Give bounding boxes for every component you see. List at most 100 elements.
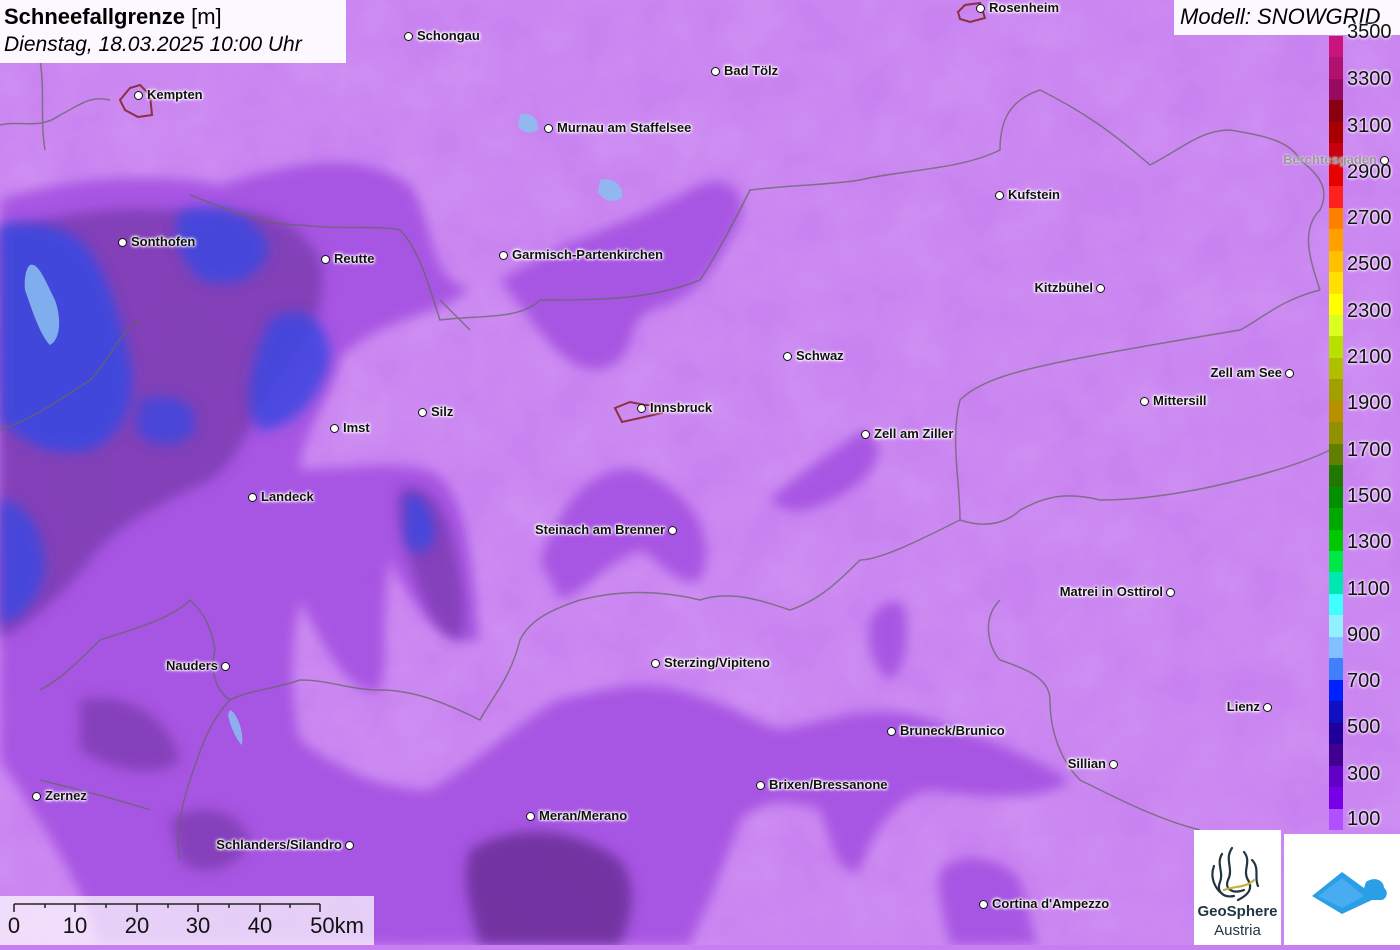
legend-color-step <box>1329 314 1343 337</box>
legend-color-step <box>1329 744 1343 767</box>
legend-label: 1300 <box>1347 531 1392 553</box>
legend-color-step <box>1329 679 1343 702</box>
city-dot-icon <box>1096 284 1105 293</box>
legend-color-step <box>1329 250 1343 273</box>
city-label: Schongau <box>417 28 480 43</box>
scale-label: 50km <box>310 913 364 938</box>
legend-color-step <box>1329 207 1343 230</box>
city-dot-icon <box>756 781 765 790</box>
legend-label: 1100 <box>1347 578 1391 600</box>
legend-label: 900 <box>1347 624 1381 646</box>
city-dot-icon <box>248 493 257 502</box>
city-dot-icon <box>330 424 339 433</box>
city-label: Schwaz <box>796 348 844 363</box>
legend-label: 1700 <box>1347 439 1392 461</box>
legend-color-step <box>1329 186 1343 209</box>
city-label: Sterzing/Vipiteno <box>664 655 770 670</box>
legend-label: 2700 <box>1347 207 1392 229</box>
geosphere-country: Austria <box>1214 922 1261 939</box>
city-label: Kitzbühel <box>1034 280 1094 295</box>
city-label: Kempten <box>147 87 203 102</box>
city-dot-icon <box>1263 703 1272 712</box>
city-dot-icon <box>404 32 413 41</box>
city-dot-icon <box>1380 156 1389 165</box>
legend-color-step <box>1329 808 1343 831</box>
city-label: Innsbruck <box>650 400 713 415</box>
map-datetime: Dienstag, 18.03.2025 10:00 Uhr <box>4 33 302 56</box>
city-dot-icon <box>995 191 1004 200</box>
city-dot-icon <box>221 662 230 671</box>
city-dot-icon <box>979 900 988 909</box>
city-label: Landeck <box>261 489 314 504</box>
legend-color-step <box>1329 36 1343 58</box>
map-title: Schneefallgrenze [m] <box>4 3 346 31</box>
legend-label: 100 <box>1347 808 1381 830</box>
legend-color-step <box>1329 486 1343 509</box>
legend-label: 3300 <box>1347 68 1392 90</box>
scale-label: 40 <box>247 913 273 938</box>
legend-label: 500 <box>1347 716 1381 738</box>
snowgrid-cloud-icon <box>1312 872 1387 914</box>
title-main: Schneefallgrenze <box>4 4 185 29</box>
city-dot-icon <box>1140 397 1149 406</box>
scale-label: 20 <box>124 913 150 938</box>
city-dot-icon <box>976 4 985 13</box>
city-label: Rosenheim <box>989 0 1060 15</box>
city-label: Reutte <box>334 251 375 266</box>
geosphere-logo[interactable]: GeoSphere Austria <box>1194 830 1281 945</box>
legend-color-step <box>1329 658 1343 681</box>
city-label: Berchtesgaden <box>1283 152 1377 167</box>
legend-color-step <box>1329 701 1343 724</box>
city-label: Brixen/Bressanone <box>769 777 888 792</box>
legend-color-step <box>1329 615 1343 638</box>
legend-color-step <box>1329 765 1343 788</box>
city-label: Sonthofen <box>131 234 196 249</box>
city-label: Schlanders/Silandro <box>216 837 342 852</box>
snowgrid-logo[interactable] <box>1284 834 1400 945</box>
legend-label: 300 <box>1347 763 1381 785</box>
city-label: Lienz <box>1226 699 1260 714</box>
city-label: Mittersill <box>1153 393 1207 408</box>
city-label: Meran/Merano <box>539 808 628 823</box>
legend-color-step <box>1329 400 1343 423</box>
map-title-box: Schneefallgrenze [m] Dienstag, 18.03.202… <box>0 0 346 63</box>
city-dot-icon <box>526 812 535 821</box>
city-dot-icon <box>321 255 330 264</box>
geosphere-name: GeoSphere <box>1197 903 1278 920</box>
city-label: Zell am Ziller <box>874 426 954 441</box>
legend-color-step <box>1329 100 1343 123</box>
legend-color-step <box>1329 572 1343 595</box>
legend-label: 2300 <box>1347 300 1392 322</box>
scale-label: 30 <box>185 913 211 938</box>
legend-color-step <box>1329 529 1343 552</box>
city-dot-icon <box>861 430 870 439</box>
snowfall-limit-map[interactable] <box>0 0 1400 945</box>
legend-color-step <box>1329 229 1343 252</box>
city-dot-icon <box>887 727 896 736</box>
legend-color-step <box>1329 379 1343 402</box>
title-unit: [m] <box>191 4 222 29</box>
legend-label: 1900 <box>1347 392 1392 414</box>
city-dot-icon <box>1285 369 1294 378</box>
city-label: Bad Tölz <box>724 63 779 78</box>
city-label: Sillian <box>1067 756 1106 771</box>
city-dot-icon <box>32 792 41 801</box>
legend-label: 700 <box>1347 670 1381 692</box>
city-dot-icon <box>418 408 427 417</box>
city-label: Kufstein <box>1008 187 1060 202</box>
legend-color-step <box>1329 636 1343 659</box>
city-dot-icon <box>134 91 143 100</box>
legend-color-step <box>1329 336 1343 359</box>
city-label: Silz <box>431 404 454 419</box>
legend-color-step <box>1329 357 1343 380</box>
legend-color-step <box>1329 787 1343 810</box>
scale-bar: 0 10 20 30 40 50km <box>0 896 374 945</box>
city-dot-icon <box>499 251 508 260</box>
legend-color-step <box>1329 465 1343 488</box>
city-dot-icon <box>544 124 553 133</box>
legend-color-step <box>1329 422 1343 445</box>
city-label: Zell am See <box>1210 365 1282 380</box>
city-dot-icon <box>345 841 354 850</box>
city-dot-icon <box>1166 588 1175 597</box>
legend-label: 3100 <box>1347 115 1392 137</box>
